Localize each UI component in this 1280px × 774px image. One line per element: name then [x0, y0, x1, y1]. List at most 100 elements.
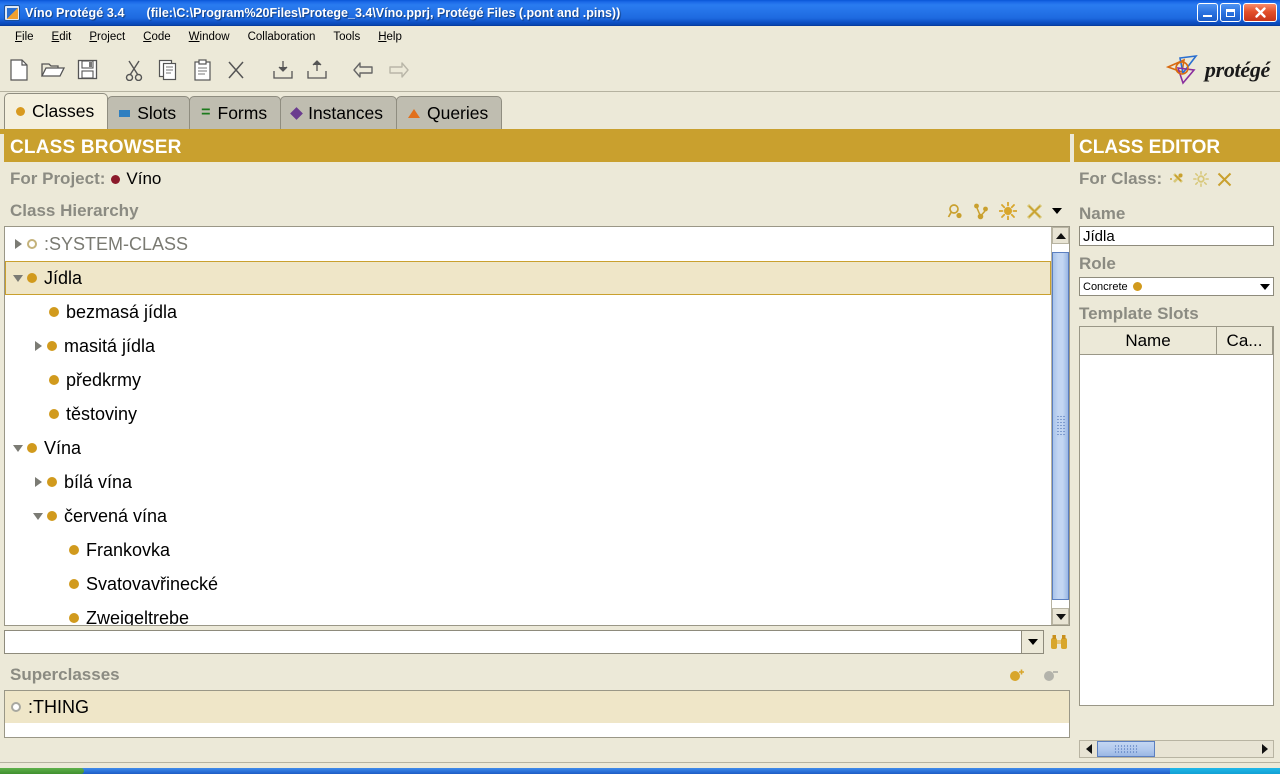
menu-code[interactable]: Code [134, 29, 180, 45]
find-class-icon[interactable] [947, 203, 964, 220]
class-editor-horizontal-scrollbar[interactable] [1079, 740, 1274, 758]
archive-out-button[interactable] [302, 55, 332, 85]
class-editor-title: CLASS EDITOR [1074, 134, 1280, 162]
tree-row[interactable]: Frankovka [5, 533, 1051, 567]
tab-slots-label: Slots [137, 102, 177, 123]
class-find-button[interactable] [1048, 630, 1070, 654]
class-create-icon[interactable] [1193, 171, 1210, 187]
main-content-area: CLASS BROWSER For Project: Víno Class Hi… [0, 134, 1280, 762]
tree-row[interactable]: červená vína [5, 499, 1051, 533]
save-project-button[interactable] [72, 55, 102, 85]
undo-button[interactable] [349, 55, 379, 85]
hscroll-right-button[interactable] [1256, 741, 1273, 757]
maximize-button[interactable] [1220, 3, 1241, 22]
close-button[interactable] [1243, 3, 1277, 22]
class-tree-vertical-scrollbar[interactable] [1051, 227, 1069, 625]
expander-down-icon[interactable] [9, 431, 27, 465]
delete-button[interactable] [221, 55, 251, 85]
class-delete-icon[interactable] [1216, 171, 1233, 188]
template-slots-body [1080, 355, 1273, 705]
class-name-input[interactable]: Jídla [1079, 226, 1274, 246]
menu-window[interactable]: Window [180, 29, 239, 45]
expander-down-icon[interactable] [9, 261, 27, 295]
open-project-button[interactable] [38, 55, 68, 85]
tree-node-label: bezmasá jídla [66, 301, 178, 322]
tree-row[interactable]: masitá jídla [5, 329, 1051, 363]
archive-in-button[interactable] [268, 55, 298, 85]
tab-slots[interactable]: Slots [107, 96, 191, 129]
hscroll-track[interactable] [1097, 741, 1256, 757]
tree-row[interactable]: bílá vína [5, 465, 1051, 499]
start-button[interactable] [0, 768, 84, 774]
list-item[interactable]: :THING [5, 691, 1069, 723]
class-tree-viewport: :SYSTEM-CLASS Jídla bezmasá jídla masitá… [5, 227, 1051, 625]
superclasses-list[interactable]: :THING [4, 690, 1070, 738]
class-editor-panel: CLASS EDITOR For Class: Name Jídla Role … [1074, 134, 1280, 762]
chevron-down-icon [1027, 639, 1038, 645]
blue-rect-icon [119, 109, 131, 117]
tab-forms[interactable]: = Forms [189, 96, 282, 129]
template-slots-col-cardinality[interactable]: Ca... [1217, 327, 1273, 355]
tree-row[interactable]: těstoviny [5, 397, 1051, 431]
tree-row[interactable]: :SYSTEM-CLASS [5, 227, 1051, 261]
template-slots-label: Template Slots [1079, 304, 1199, 323]
class-filter-dropdown-button[interactable] [1021, 631, 1043, 653]
redo-button[interactable] [383, 55, 413, 85]
system-class-dot-icon [27, 239, 37, 249]
class-dot-icon [49, 375, 59, 385]
menu-project[interactable]: Project [80, 29, 134, 45]
protege-brand: protégé [1165, 54, 1270, 86]
subclass-link-icon[interactable] [973, 203, 990, 220]
menu-edit[interactable]: Edit [43, 29, 81, 45]
tree-row[interactable]: bezmasá jídla [5, 295, 1051, 329]
close-icon [1254, 7, 1266, 18]
tree-node-label: Jídla [44, 267, 83, 288]
remove-superclass-icon[interactable] [1042, 667, 1060, 683]
menu-tools[interactable]: Tools [324, 29, 369, 45]
copy-icon [158, 59, 177, 80]
expander-right-icon[interactable] [29, 329, 47, 363]
hscroll-thumb[interactable] [1097, 741, 1155, 757]
class-dot-icon [69, 579, 79, 589]
new-project-button[interactable] [4, 55, 34, 85]
hierarchy-menu-chevron-icon[interactable] [1052, 208, 1062, 214]
expander-right-icon[interactable] [29, 465, 47, 499]
superclasses-label: Superclasses [10, 665, 120, 684]
tree-row[interactable]: Jídla [5, 261, 1051, 295]
class-filter-combo[interactable] [4, 630, 1044, 654]
scroll-down-button[interactable] [1052, 608, 1069, 625]
delete-class-icon[interactable] [1026, 203, 1043, 220]
name-field-label: Name [1079, 204, 1126, 223]
add-superclass-icon[interactable] [1008, 667, 1026, 683]
tree-row[interactable]: předkrmy [5, 363, 1051, 397]
tree-row[interactable]: Vína [5, 431, 1051, 465]
tab-classes[interactable]: Classes [4, 93, 109, 129]
expander-right-icon[interactable] [9, 227, 27, 261]
role-dropdown-button[interactable] [1256, 283, 1273, 290]
minimize-button[interactable] [1197, 3, 1218, 22]
paste-button[interactable] [187, 55, 217, 85]
class-dot-icon [49, 307, 59, 317]
scroll-grip-icon [1056, 415, 1065, 437]
role-select[interactable]: Concrete [1079, 277, 1274, 296]
template-slots-table[interactable]: Name Ca... [1079, 326, 1274, 706]
tree-row[interactable]: Zweigeltrebe [5, 601, 1051, 625]
menu-file[interactable]: File [6, 29, 43, 45]
hscroll-left-button[interactable] [1080, 741, 1097, 757]
class-annotation-icon[interactable] [1169, 171, 1186, 187]
copy-button[interactable] [153, 55, 183, 85]
menu-collaboration[interactable]: Collaboration [239, 29, 325, 45]
scroll-track[interactable] [1052, 244, 1069, 608]
tab-instances[interactable]: Instances [280, 96, 397, 129]
tab-forms-label: Forms [217, 102, 268, 123]
new-project-icon [10, 58, 28, 81]
create-class-icon[interactable] [999, 202, 1017, 220]
cut-button[interactable] [119, 55, 149, 85]
tree-row[interactable]: Svatovavřinecké [5, 567, 1051, 601]
expander-down-icon[interactable] [29, 499, 47, 533]
scroll-thumb[interactable] [1052, 252, 1069, 600]
menu-help[interactable]: Help [369, 29, 411, 45]
template-slots-col-name[interactable]: Name [1080, 327, 1217, 355]
tab-queries[interactable]: Queries [395, 96, 503, 129]
scroll-up-button[interactable] [1052, 227, 1069, 244]
